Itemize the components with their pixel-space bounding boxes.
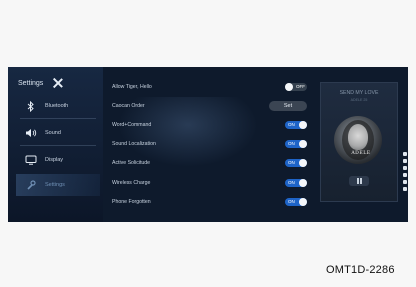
setting-label: Allow Tiger, Hello [112,83,152,90]
song-title: SEND MY LOVE [339,90,379,96]
setting-row-word-command: Word+Command ON [112,115,307,134]
status-icon [402,152,407,156]
setting-label: Phone Forgotten [112,198,151,205]
settings-sidebar: Settings Bluetooth Sound Display Setting… [8,67,103,222]
setting-row-phone-forgotten: Phone Forgotten ON [112,192,307,211]
speaker-icon [24,127,38,139]
bluetooth-icon [24,100,38,112]
sidebar-title: Settings [18,79,44,87]
toggle-switch[interactable]: ON [285,158,307,167]
setting-row-caocan-order: Caocan Order Set [112,96,307,115]
sidebar-item-label: Settings [45,182,65,188]
sidebar-item-label: Sound [45,130,61,136]
setting-row-allow-tiger-hello: Allow Tiger, Hello OFF [112,77,307,96]
status-icon [402,173,407,177]
sidebar-item-settings[interactable]: Settings [16,174,100,196]
setting-label: Active Solicitude [112,159,151,166]
album-art-text: ADELE [351,151,371,156]
divider [20,118,96,119]
status-icon [402,187,407,191]
setting-row-sound-localization: Sound Localization ON [112,134,307,153]
toggle-switch[interactable]: ON [285,120,307,129]
media-player-card: SEND MY LOVE ADELE 25 ADELE [320,82,398,202]
artist-subtitle: ADELE 25 [350,98,368,102]
album-art-face [348,124,368,150]
sidebar-item-label: Bluetooth [45,103,69,109]
setting-row-wireless-charge: Wireless Charge ON [112,173,307,192]
status-icon [402,159,407,163]
sidebar-item-bluetooth[interactable]: Bluetooth [16,95,100,117]
toggle-switch[interactable]: OFF [285,82,307,91]
status-icons [401,152,408,222]
set-button[interactable]: Set [269,100,307,111]
setting-label: Caocan Order [112,102,145,109]
infotainment-screen: Settings Bluetooth Sound Display Setting… [8,67,408,222]
close-icon[interactable] [53,78,63,88]
divider [20,145,96,146]
settings-list: Allow Tiger, Hello OFF Caocan Order Set … [112,77,307,217]
toggle-switch[interactable]: ON [285,139,307,148]
monitor-icon [24,154,38,166]
toggle-switch[interactable]: ON [285,197,307,206]
status-icon [402,180,407,184]
toggle-switch[interactable]: ON [285,178,307,187]
setting-label: Wireless Charge [112,179,151,186]
setting-row-active-solicitude: Active Solicitude ON [112,153,307,172]
album-art: ADELE [334,116,382,164]
figure-code: OMT1D-2286 [326,264,395,276]
status-icon [402,166,407,170]
sidebar-header: Settings [18,73,98,93]
setting-label: Word+Command [112,121,152,128]
sidebar-item-sound[interactable]: Sound [16,122,100,144]
sidebar-item-label: Display [45,157,64,163]
wrench-icon [24,179,38,191]
sidebar-item-display[interactable]: Display [16,149,100,171]
setting-label: Sound Localization [112,140,156,147]
pause-button[interactable] [349,176,369,186]
